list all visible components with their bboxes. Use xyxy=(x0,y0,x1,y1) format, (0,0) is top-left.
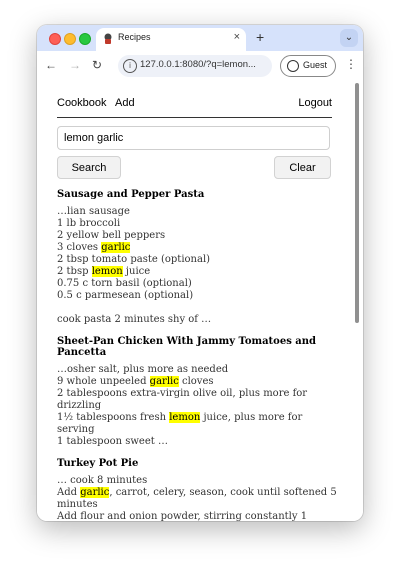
snippet-text: 2 tbsp xyxy=(57,266,92,277)
search-results: Sausage and Pepper Pasta …lian sausage 1 l… xyxy=(57,189,337,521)
snippet-line: 0.5 c parmesean (optional) xyxy=(57,290,337,302)
snippet-line: …lian sausage xyxy=(57,206,337,218)
snippet-line: 2 tbsp tomato paste (optional) xyxy=(57,254,337,266)
snippet-text: Add xyxy=(57,487,81,498)
clear-button[interactable]: Clear xyxy=(274,156,331,179)
snippet-text: 2 tbsp tomato paste (optional) xyxy=(57,254,211,265)
more-menu-icon[interactable]: ⋮ xyxy=(345,57,357,71)
forward-arrow-icon[interactable]: → xyxy=(69,58,81,72)
new-tab-button[interactable]: + xyxy=(256,29,264,45)
person-icon xyxy=(287,60,299,72)
snippet-text: 3 cloves xyxy=(57,242,102,253)
minimize-window-button[interactable] xyxy=(64,33,76,45)
result-item: Sheet-Pan Chicken With Jammy Tomatoes an… xyxy=(57,336,337,448)
result-item: Sausage and Pepper Pasta …lian sausage 1 l… xyxy=(57,189,337,326)
close-tab-icon[interactable]: × xyxy=(234,31,240,43)
nav-cookbook-link[interactable]: Cookbook xyxy=(57,97,107,109)
snippet-line: 1 tablespoon sweet … xyxy=(57,436,337,448)
result-snippet: …osher salt, plus more as needed 9 whole … xyxy=(57,364,337,448)
snippet-text: 1 tablespoon sweet … xyxy=(57,436,168,447)
snippet-text: 9 whole unpeeled xyxy=(57,376,150,387)
search-input[interactable] xyxy=(57,126,330,150)
url-text: 127.0.0.1:8080/?q=lemon... xyxy=(140,59,256,70)
snippet-line: 3 cloves garlic xyxy=(57,242,337,254)
tab-title: Recipes xyxy=(118,32,151,42)
chef-icon xyxy=(104,33,112,44)
nav-logout-link[interactable]: Logout xyxy=(298,97,332,109)
snippet-line: 9 whole unpeeled garlic cloves xyxy=(57,376,337,388)
snippet-text: 0.75 c torn basil (optional) xyxy=(57,278,192,289)
browser-window: Recipes × + ⌄ ← → ↻ i 127.0.0.1:8080/?q=… xyxy=(37,25,363,521)
maximize-window-button[interactable] xyxy=(79,33,91,45)
close-window-button[interactable] xyxy=(49,33,61,45)
snippet-text: cook pasta 2 minutes shy of … xyxy=(57,314,212,325)
nav-add-link[interactable]: Add xyxy=(115,97,135,109)
result-title-link[interactable]: Sausage and Pepper Pasta xyxy=(57,189,337,200)
snippet-text: …osher salt, plus more as needed xyxy=(57,364,229,375)
snippet-text: … cook 8 minutes xyxy=(57,475,148,486)
snippet-text: cloves xyxy=(178,376,214,387)
back-arrow-icon[interactable]: ← xyxy=(45,58,57,72)
snippet-line: 2 yellow bell peppers xyxy=(57,230,337,242)
snippet-text: 2 tablespoons extra-virgin olive oil, pl… xyxy=(57,388,311,411)
snippet-line: cook pasta 2 minutes shy of … xyxy=(57,314,337,326)
highlight-match: garlic xyxy=(80,487,110,498)
snippet-text: 1½ tablespoons fresh xyxy=(57,412,170,423)
tab-search-button[interactable]: ⌄ xyxy=(340,29,358,47)
reload-icon[interactable]: ↻ xyxy=(92,58,102,72)
snippet-line: Add garlic, carrot, celery, season, cook… xyxy=(57,487,337,511)
scrollbar-thumb[interactable] xyxy=(355,83,359,323)
snippet-text: 0.5 c parmesean (optional) xyxy=(57,290,194,301)
highlight-match: lemon xyxy=(169,412,201,423)
result-title-link[interactable]: Sheet-Pan Chicken With Jammy Tomatoes an… xyxy=(57,336,337,358)
snippet-line: 1 lb broccoli xyxy=(57,218,337,230)
snippet-line: …osher salt, plus more as needed xyxy=(57,364,337,376)
snippet-line xyxy=(57,302,337,314)
app-nav: Cookbook Add Logout xyxy=(57,97,332,118)
profile-label: Guest xyxy=(303,60,328,70)
page-viewport: Cookbook Add Logout Search Clear Sausage… xyxy=(37,81,363,521)
profile-button[interactable]: Guest xyxy=(280,55,336,77)
snippet-text: juice xyxy=(122,266,151,277)
snippet-text: 1 lb broccoli xyxy=(57,218,121,229)
highlight-match: lemon xyxy=(91,266,123,277)
snippet-line: 0.75 c torn basil (optional) xyxy=(57,278,337,290)
snippet-line: 2 tbsp lemon juice xyxy=(57,266,337,278)
search-button[interactable]: Search xyxy=(57,156,121,179)
result-snippet: …lian sausage 1 lb broccoli 2 yellow bell … xyxy=(57,206,337,326)
result-title-link[interactable]: Turkey Pot Pie xyxy=(57,458,337,469)
snippet-text: …lian sausage xyxy=(57,206,130,217)
snippet-line: 1½ tablespoons fresh lemon juice, plus m… xyxy=(57,412,337,436)
browser-toolbar: ← → ↻ i 127.0.0.1:8080/?q=lemon... Guest… xyxy=(37,51,363,81)
snippet-line: … cook 8 minutes xyxy=(57,475,337,487)
tab-recipes[interactable]: Recipes × xyxy=(96,28,246,51)
snippet-line: 2 tablespoons extra-virgin olive oil, pl… xyxy=(57,388,337,412)
result-item: Turkey Pot Pie … cook 8 minutes Add garlic… xyxy=(57,458,337,521)
highlight-match: garlic xyxy=(149,376,179,387)
address-bar[interactable]: i 127.0.0.1:8080/?q=lemon... xyxy=(118,55,272,77)
site-info-icon[interactable]: i xyxy=(123,59,137,73)
snippet-text: Add flour and onion powder, stirring con… xyxy=(57,511,308,521)
highlight-match: garlic xyxy=(101,242,131,253)
snippet-line: Add flour and onion powder, stirring con… xyxy=(57,511,337,521)
tab-strip: Recipes × + ⌄ xyxy=(37,25,363,51)
result-snippet: … cook 8 minutes Add garlic, carrot, cele… xyxy=(57,475,337,521)
snippet-text: 2 yellow bell peppers xyxy=(57,230,166,241)
